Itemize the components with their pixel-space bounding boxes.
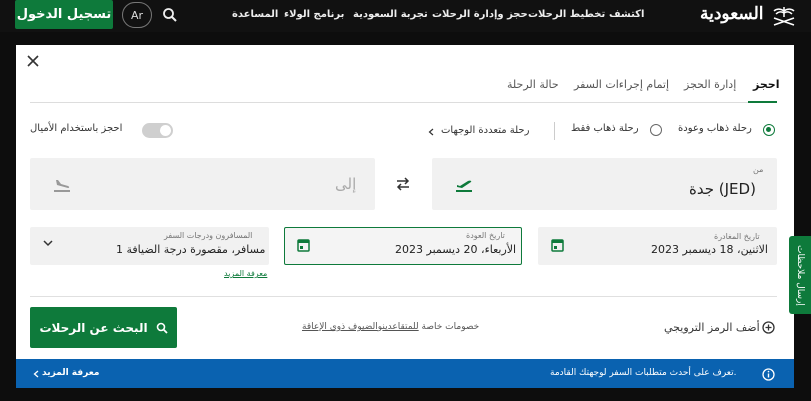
seniors-link[interactable]: للمتقاعدين [382,322,418,332]
close-icon[interactable] [26,54,40,68]
chevron-down-icon[interactable] [43,240,53,247]
one-way-label[interactable]: رحلة ذهاب فقط [571,123,639,134]
one-way-radio[interactable] [650,124,662,136]
round-trip-label[interactable]: رحلة ذهاب وعودة [678,123,752,134]
language-switcher[interactable]: Ar [122,2,152,28]
nav-book-manage[interactable]: حجز وإدارة الرحلات [432,9,528,20]
passengers-value[interactable]: 1 مسافر، مقصورة درجة الضيافة [116,243,265,256]
discounts-prefix: خصومات خاصة [421,322,480,332]
nav-help[interactable]: المساعدة [232,9,278,20]
tabs-divider [30,102,777,103]
passengers-more-link[interactable]: معرفة المزيد [224,269,267,278]
tab-book[interactable]: احجز [753,78,779,91]
search-icon[interactable] [162,7,178,23]
calendar-icon [551,239,564,252]
info-icon [762,368,775,381]
calendar-icon [297,239,310,252]
nav-trip-planning[interactable]: تخطيط الرحلات [528,9,605,20]
brand-logo-text[interactable]: السعودية [700,4,763,24]
swap-icon[interactable] [395,177,411,191]
promo-code-link[interactable]: أضف الرمز الترويجي [664,321,760,334]
active-tab-indicator [748,101,777,103]
miles-toggle[interactable] [142,123,173,138]
destination-field[interactable] [30,158,375,210]
banner-more-link[interactable]: معرفة المزيد [42,368,99,378]
departure-date-label: تاريخ المغادرة [714,232,760,241]
departure-date-value[interactable]: الاثنين، 18 ديسمبر 2023 [651,243,768,256]
round-trip-radio[interactable] [763,124,775,136]
search-flights-button[interactable]: البحث عن الرحلات [30,307,177,348]
disabled-guests-link[interactable]: الضيوف ذوي الإعاقة [302,322,378,332]
search-icon [156,322,168,334]
login-button[interactable]: تسجيل الدخول [15,0,113,29]
banner-text: تعرف على أحدث متطلبات السفر لوجهتك القاد… [550,368,737,378]
palm-swords-logo-icon [773,7,795,26]
multi-city-link[interactable]: رحلة متعددة الوجهات [441,125,529,136]
origin-value[interactable]: جدة (JED) [689,180,756,198]
section-divider [30,296,777,297]
nav-loyalty[interactable]: برنامج الولاء [284,9,344,20]
destination-placeholder[interactable]: إلى [335,175,356,193]
plane-landing-icon [54,180,70,192]
origin-label: من [753,165,764,174]
miles-toggle-label: احجز باستخدام الأميال [30,123,123,134]
return-date-label: تاريخ العودة [466,231,505,240]
feedback-tab[interactable]: إرسال ملاحظات [789,236,811,314]
tab-flight-status[interactable]: حالة الرحلة [507,78,559,91]
tab-manage-booking[interactable]: إدارة الحجز [684,78,736,91]
plane-takeoff-icon [456,180,472,192]
tab-check-in[interactable]: إتمام إجراءات السفر [574,78,669,91]
plus-circle-icon[interactable] [762,321,775,334]
passengers-label: المسافرون ودرجات السفر [164,231,253,240]
search-flights-label: البحث عن الرحلات [39,320,148,335]
trip-type-divider [554,122,555,140]
nav-saudia-experience[interactable]: تجربة السعودية [353,9,428,20]
special-discounts: خصومات خاصة للمتقاعدينوالضيوف ذوي الإعاق… [302,322,479,332]
chevron-left-icon [33,370,39,378]
chevron-left-icon [428,128,434,136]
return-date-value[interactable]: الأربعاء، 20 ديسمبر 2023 [395,243,516,256]
nav-discover[interactable]: اكتشف [609,9,644,20]
